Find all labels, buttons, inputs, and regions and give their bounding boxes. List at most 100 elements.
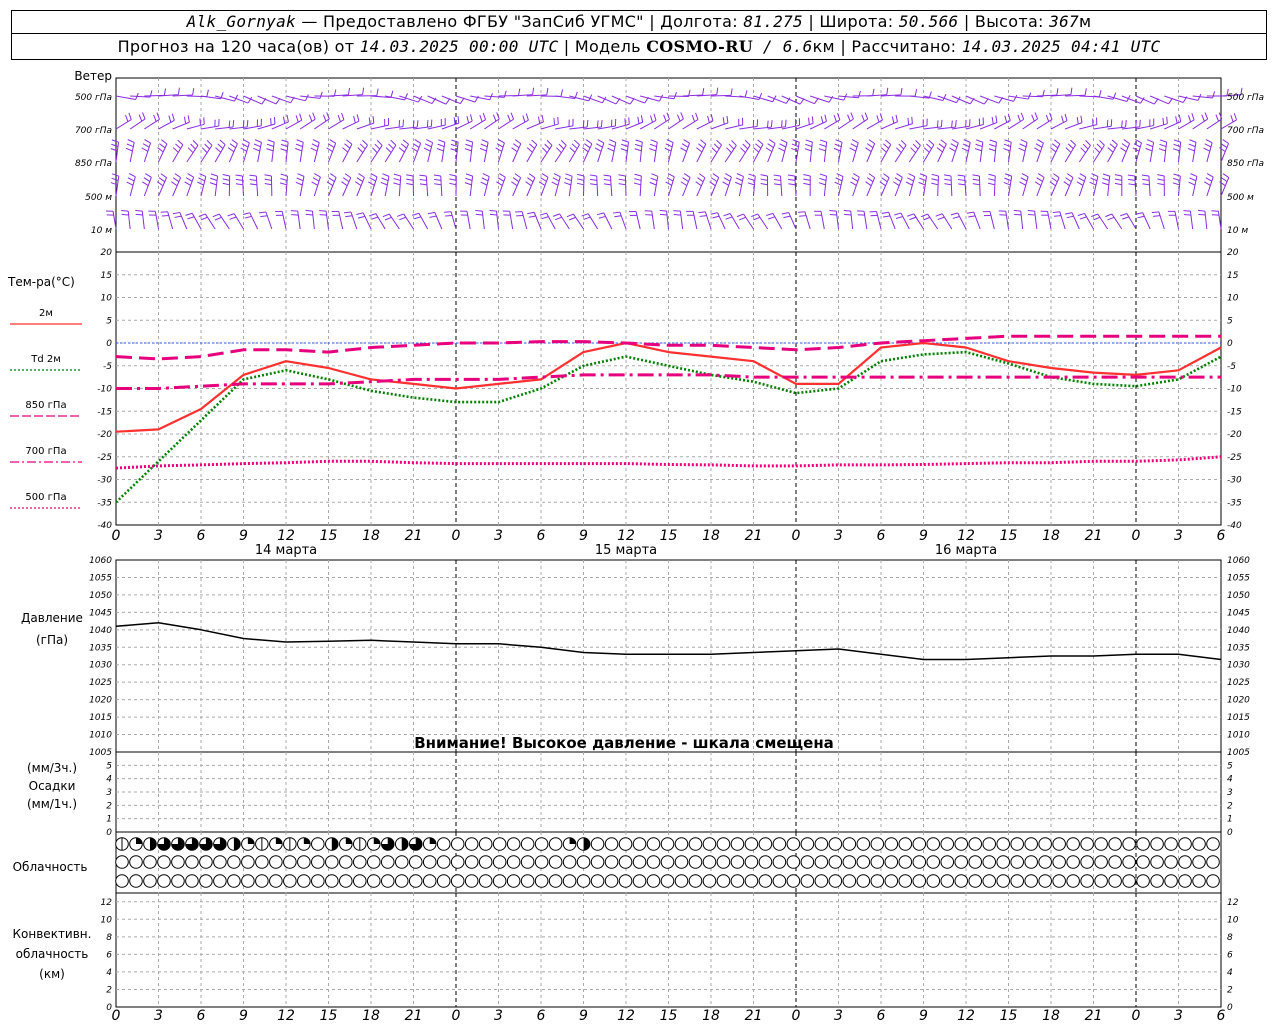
wind-level-right: 700 гПа — [1227, 126, 1264, 136]
x-tick-label: 15 — [320, 528, 338, 544]
wind-barb-feather — [1079, 216, 1087, 220]
cloud-cover-symbol — [297, 855, 311, 869]
conv-ytick-right: 8 — [1227, 933, 1233, 943]
wind-barb-feather — [480, 143, 488, 148]
x-tick-label: 9 — [919, 528, 928, 544]
wind-barb-feather — [634, 143, 642, 147]
wind-barb-staff — [923, 144, 935, 163]
wind-barb-feather — [482, 173, 490, 178]
wind-barb-feather — [957, 174, 965, 177]
wind-barb-staff — [265, 211, 273, 230]
wind-barb-feather — [857, 90, 861, 98]
cloud-cover-symbol — [1192, 855, 1206, 869]
legend-label: 2м — [39, 308, 53, 319]
wind-barb-feather — [1017, 114, 1021, 122]
wind-barb-feather — [384, 216, 392, 221]
temp-ytick-left: -35 — [97, 498, 112, 508]
wind-barb-feather — [894, 177, 902, 182]
wind-barb-feather — [923, 147, 930, 153]
wind-barb-feather — [735, 181, 742, 186]
wind-barb-staff — [249, 212, 259, 230]
wind-barb-feather — [885, 139, 892, 145]
cloud-cover-symbol — [618, 837, 633, 851]
wind-barb-feather — [209, 182, 217, 186]
cloud-cover-symbol — [660, 855, 675, 869]
cloud-cover-symbol — [828, 874, 843, 888]
wind-barb-feather — [253, 143, 261, 148]
cloud-cover-symbol — [744, 874, 759, 888]
wind-barb-feather — [1051, 177, 1058, 183]
wind-barb-feather — [242, 120, 245, 128]
wind-barb-staff — [328, 119, 345, 130]
wind-barb-staff — [1158, 211, 1165, 230]
wind-barb-staff — [1192, 142, 1197, 163]
pressure-panel-title: Давление — [21, 611, 83, 625]
wind-barb-feather — [541, 147, 548, 154]
wind-barb-feather — [128, 112, 132, 120]
wind-barb-feather — [201, 147, 208, 154]
wind-barb-staff — [1150, 123, 1168, 130]
wind-barb-feather — [356, 212, 364, 216]
cloud-cover-symbol — [604, 874, 619, 888]
wind-barb-feather — [975, 143, 983, 148]
pressure-warning: Внимание! Высокое давление - шкала смеще… — [414, 734, 834, 752]
cloud-cover-symbol — [758, 855, 773, 869]
cloud-cover-symbol — [492, 874, 507, 888]
wind-barb-feather — [198, 177, 205, 182]
pressure-ytick-left: 1015 — [89, 713, 112, 723]
wind-barb-feather — [1056, 88, 1059, 96]
cloud-cover-symbol — [450, 855, 465, 869]
wind-barb-feather — [660, 213, 668, 216]
wind-level-right: 850 гПа — [1227, 159, 1264, 169]
cloud-cover-symbol — [814, 837, 829, 851]
wind-barb-feather — [1190, 173, 1198, 177]
wind-barb-feather — [1102, 177, 1110, 181]
wind-barb-feather — [222, 178, 230, 181]
wind-barb-feather — [883, 143, 889, 149]
wind-barb-staff — [1174, 211, 1179, 230]
wind-barb-feather — [919, 177, 927, 182]
wind-barb-feather — [557, 117, 559, 125]
wind-barb-feather — [357, 147, 364, 153]
wind-barb-feather — [1045, 114, 1050, 122]
wind-barb-feather — [768, 216, 776, 220]
wind-barb-feather — [112, 173, 119, 177]
wind-barb-feather — [923, 216, 931, 221]
cloud-cover-symbol — [842, 874, 857, 888]
wind-barb-feather — [496, 143, 504, 148]
wind-barb-feather — [553, 173, 561, 178]
wind-barb-feather — [127, 139, 135, 143]
wind-barb-feather — [329, 139, 336, 144]
wind-barb-feather — [968, 215, 976, 218]
wind-barb-feather — [273, 116, 276, 125]
wind-barb-feather — [640, 115, 644, 123]
wind-barb-staff — [757, 213, 769, 230]
wind-barb-staff — [314, 118, 330, 130]
wind-barb-feather — [121, 213, 129, 216]
wind-barb-feather — [598, 215, 606, 219]
wind-barb-feather — [907, 213, 915, 217]
pressure-ytick-right: 1055 — [1227, 573, 1250, 583]
wind-barb-feather — [586, 119, 589, 127]
wind-barb-feather — [546, 139, 553, 146]
wind-barb-staff — [1064, 144, 1076, 163]
cloud-cover-symbol — [366, 874, 381, 888]
wind-barb-feather — [940, 139, 947, 145]
wind-barb-feather — [568, 216, 576, 221]
cloud-cover-symbol — [674, 837, 689, 851]
wind-barb-feather — [1098, 89, 1102, 98]
wind-barb-staff — [625, 95, 645, 104]
pressure-ytick-right: 1025 — [1227, 678, 1250, 688]
wind-barb-feather — [1222, 173, 1230, 178]
cloud-cover-symbol — [856, 874, 871, 888]
wind-level-left: 500 гПа — [75, 93, 112, 103]
wind-barb-feather — [1183, 214, 1191, 216]
wind-barb-feather — [650, 177, 658, 182]
wind-barb-feather — [849, 147, 857, 152]
cloud-cover-symbol — [590, 874, 605, 888]
cloud-cover-symbol — [506, 855, 521, 869]
wind-barb-feather — [712, 173, 719, 178]
x-tick-label: 3 — [834, 528, 843, 544]
wind-barb-feather — [695, 181, 702, 187]
wind-barb-feather — [469, 114, 473, 122]
